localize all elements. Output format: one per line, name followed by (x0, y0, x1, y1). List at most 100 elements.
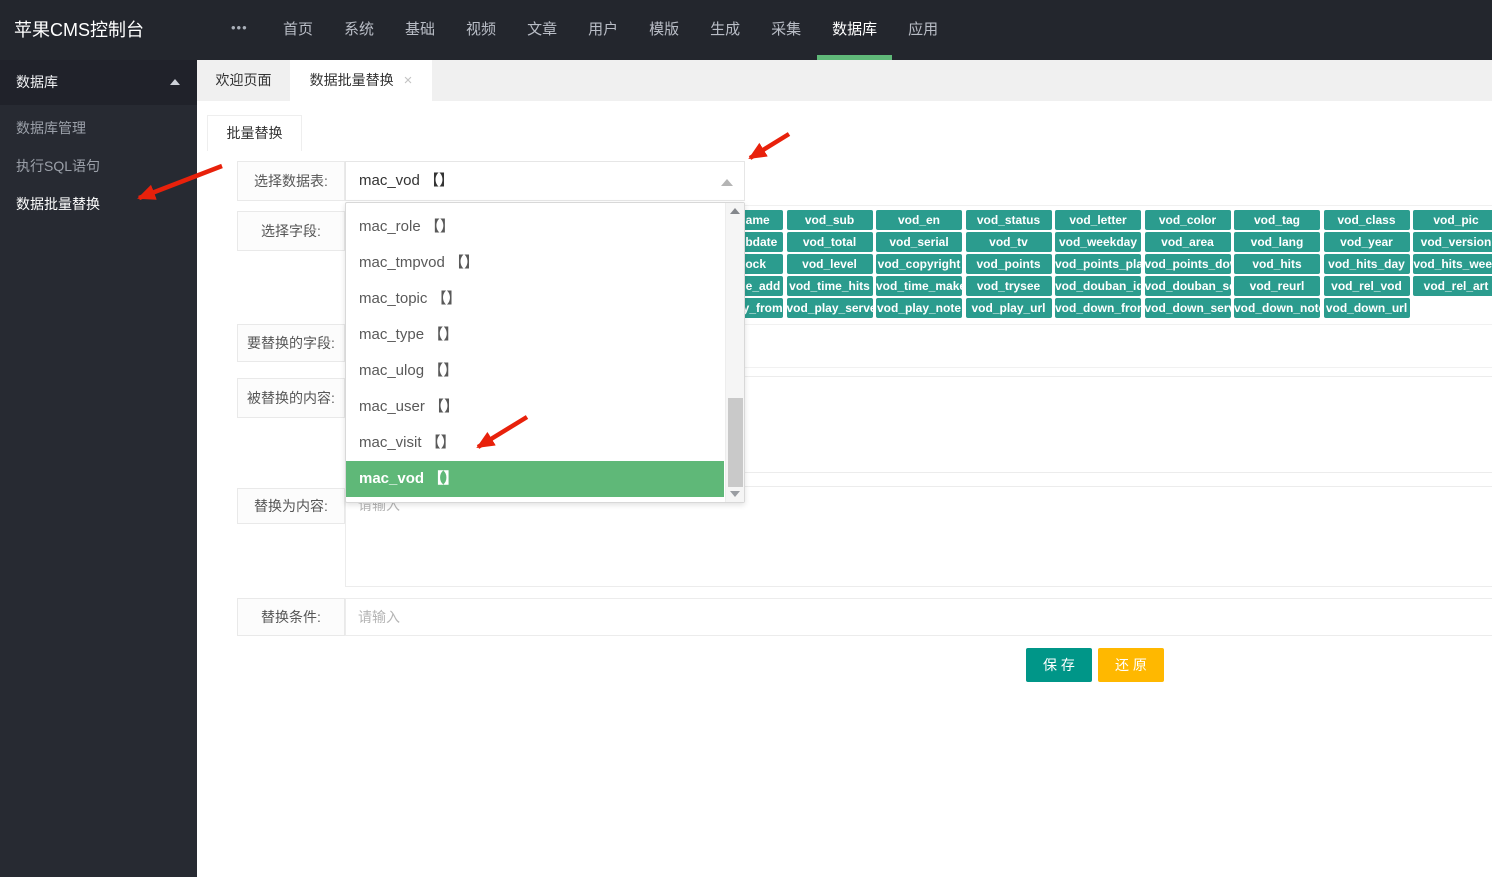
field-tag[interactable]: vod_douban_score (1145, 276, 1231, 296)
field-tag[interactable]: vod_points (966, 254, 1052, 274)
dropdown-option[interactable]: mac_topic 【】 (346, 281, 724, 317)
field-tag[interactable]: vod_reurl (1234, 276, 1320, 296)
top-menu-item[interactable]: 基础 (405, 0, 435, 60)
sidebar-menu-item[interactable]: 数据库管理 (0, 109, 197, 147)
field-tag[interactable]: vod_time_make (876, 276, 962, 296)
field-tag[interactable]: vod_down_url (1324, 298, 1410, 318)
top-menu: 首页系统基础视频文章用户模版生成采集数据库应用 (283, 0, 938, 60)
field-tag[interactable]: vod_class (1324, 210, 1410, 230)
arrow-to-select-caret (750, 134, 789, 158)
top-menu-item[interactable]: 系统 (344, 0, 374, 60)
field-tag[interactable]: vod_hits_week (1413, 254, 1492, 274)
tab-batch-replace[interactable]: 数据批量替换 × (290, 60, 432, 101)
field-tag-row: vod_namevod_subvod_envod_statusvod_lette… (697, 210, 1492, 230)
field-tag[interactable]: vod_year (1324, 232, 1410, 252)
tab-welcome-page[interactable]: 欢迎页面 (197, 60, 290, 101)
field-tag[interactable]: vod_serial (876, 232, 962, 252)
tab-label: 数据批量替换 (310, 72, 394, 88)
field-tag-row: vod_time_addvod_time_hitsvod_time_makevo… (697, 276, 1492, 296)
field-tag[interactable]: vod_hits_day (1324, 254, 1410, 274)
dropdown-option[interactable]: mac_visit 【】 (346, 425, 724, 461)
field-tag[interactable]: vod_points_down (1145, 254, 1231, 274)
field-tag[interactable]: vod_hits (1234, 254, 1320, 274)
field-tag[interactable]: vod_play_note (876, 298, 962, 318)
dropdown-option[interactable]: mac_tmpvod 【】 (346, 245, 724, 281)
top-menu-item[interactable]: 用户 (588, 0, 618, 60)
more-dots-icon[interactable]: ••• (231, 0, 248, 60)
field-tag[interactable]: vod_down_from (1055, 298, 1141, 318)
top-menu-item[interactable]: 数据库 (832, 0, 877, 60)
field-tag[interactable]: vod_tag (1234, 210, 1320, 230)
dropdown-scrollbar[interactable] (725, 203, 744, 502)
field-tag[interactable]: vod_color (1145, 210, 1231, 230)
top-menu-item[interactable]: 应用 (908, 0, 938, 60)
table-select[interactable]: mac_vod 【】 (345, 161, 745, 201)
save-button[interactable]: 保 存 (1026, 648, 1092, 682)
field-tag[interactable]: vod_play_url (966, 298, 1052, 318)
subtab-batch-replace[interactable]: 批量替换 (207, 115, 302, 151)
scrollbar-thumb[interactable] (728, 398, 743, 487)
field-tag[interactable]: vod_douban_id (1055, 276, 1141, 296)
field-tag[interactable]: vod_down_server (1145, 298, 1231, 318)
field-tag[interactable]: vod_time_hits (787, 276, 873, 296)
field-tag[interactable]: vod_rel_art (1413, 276, 1492, 296)
field-tag-row: vod_lockvod_levelvod_copyrightvod_points… (697, 254, 1492, 274)
dropdown-option[interactable]: mac_type 【】 (346, 317, 724, 353)
top-menu-item[interactable]: 采集 (771, 0, 801, 60)
table-select-value: mac_vod 【】 (346, 162, 744, 200)
field-tag[interactable]: vod_area (1145, 232, 1231, 252)
scroll-down-icon[interactable] (726, 485, 745, 502)
field-tag[interactable]: vod_total (787, 232, 873, 252)
label-replace-field: 要替换的字段: (237, 324, 345, 362)
field-tag[interactable]: vod_tv (966, 232, 1052, 252)
field-tags-grid: vod_namevod_subvod_envod_statusvod_lette… (697, 210, 1492, 320)
field-tag[interactable]: vod_points_play (1055, 254, 1141, 274)
page-tabstrip: 欢迎页面 数据批量替换 × (197, 60, 1492, 101)
collapse-up-icon (170, 79, 180, 85)
app-root: { "navbar": { "title": "苹果CMS控制台", "more… (0, 0, 1492, 877)
field-tag[interactable]: vod_copyright (876, 254, 962, 274)
top-menu-item[interactable]: 生成 (710, 0, 740, 60)
field-tag-row: vod_play_fromvod_play_servervod_play_not… (697, 298, 1492, 318)
label-replace-condition: 替换条件: (237, 598, 345, 636)
sidebar-menu: 数据库管理执行SQL语句数据批量替换 (0, 105, 197, 223)
replace-condition-input[interactable] (345, 598, 1492, 636)
top-menu-item[interactable]: 文章 (527, 0, 557, 60)
label-select-table: 选择数据表: (237, 161, 345, 201)
top-menu-item[interactable]: 首页 (283, 0, 313, 60)
dropdown-option[interactable]: mac_role 【】 (346, 209, 724, 245)
scroll-up-icon[interactable] (726, 203, 745, 220)
field-tag[interactable]: vod_play_server (787, 298, 873, 318)
top-menu-item[interactable]: 模版 (649, 0, 679, 60)
caret-up-icon (721, 179, 733, 186)
top-menu-item[interactable]: 视频 (466, 0, 496, 60)
field-tag[interactable]: vod_rel_vod (1324, 276, 1410, 296)
label-search-content: 被替换的内容: (237, 378, 345, 418)
dropdown-option[interactable]: mac_ulog 【】 (346, 353, 724, 389)
sidebar-group-database[interactable]: 数据库 (0, 60, 197, 105)
top-navbar: 苹果CMS控制台 ••• 首页系统基础视频文章用户模版生成采集数据库应用 (0, 0, 1492, 60)
close-icon[interactable]: × (404, 60, 413, 101)
reset-button[interactable]: 还 原 (1098, 648, 1164, 682)
dropdown-list: mac_role 【】mac_tmpvod 【】mac_topic 【】mac_… (346, 209, 724, 497)
label-replace-content: 替换为内容: (237, 488, 345, 524)
field-tag[interactable]: vod_en (876, 210, 962, 230)
field-tag[interactable]: vod_down_note (1234, 298, 1320, 318)
field-tag[interactable]: vod_pic (1413, 210, 1492, 230)
sidebar: 数据库 数据库管理执行SQL语句数据批量替换 (0, 60, 197, 877)
field-tag[interactable]: vod_weekday (1055, 232, 1141, 252)
field-tag[interactable]: vod_trysee (966, 276, 1052, 296)
sidebar-menu-item[interactable]: 数据批量替换 (0, 185, 197, 223)
field-tag[interactable]: vod_letter (1055, 210, 1141, 230)
field-tag[interactable]: vod_sub (787, 210, 873, 230)
field-tag-row: vod_pubdatevod_totalvod_serialvod_tvvod_… (697, 232, 1492, 252)
sidebar-menu-item[interactable]: 执行SQL语句 (0, 147, 197, 185)
app-title: 苹果CMS控制台 (14, 0, 144, 60)
field-tag[interactable]: vod_status (966, 210, 1052, 230)
table-select-dropdown: mac_role 【】mac_tmpvod 【】mac_topic 【】mac_… (345, 202, 745, 503)
field-tag[interactable]: vod_lang (1234, 232, 1320, 252)
dropdown-option[interactable]: mac_vod 【】 (346, 461, 724, 497)
field-tag[interactable]: vod_level (787, 254, 873, 274)
dropdown-option[interactable]: mac_user 【】 (346, 389, 724, 425)
field-tag[interactable]: vod_version (1413, 232, 1492, 252)
